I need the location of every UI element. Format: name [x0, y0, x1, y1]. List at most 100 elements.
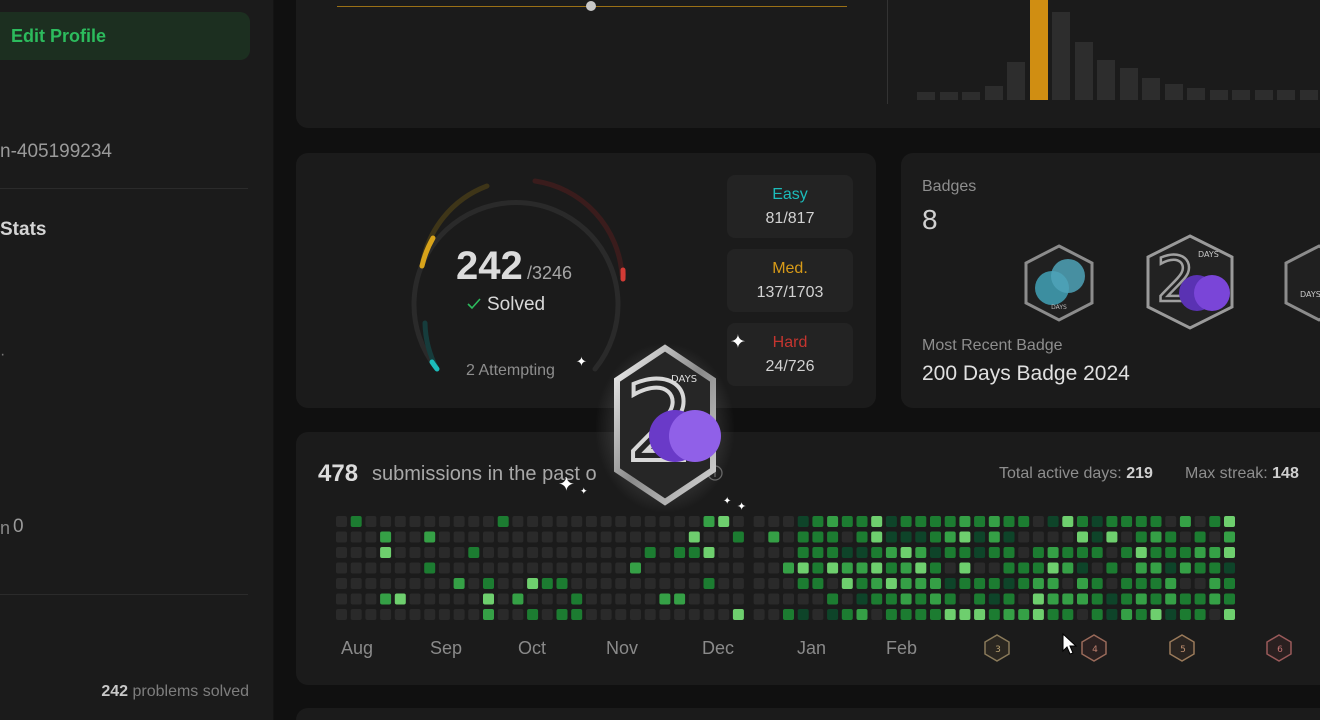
heatmap-cell[interactable]: [394, 593, 406, 605]
heatmap-cell[interactable]: [988, 562, 1000, 574]
heatmap-cell[interactable]: [1018, 516, 1030, 527]
heatmap-cell[interactable]: [644, 547, 656, 558]
heatmap-cell[interactable]: [659, 531, 671, 543]
heatmap-cell[interactable]: [1077, 578, 1088, 589]
heatmap-cell[interactable]: [424, 578, 436, 589]
heatmap-cell[interactable]: [718, 593, 730, 605]
heatmap-cell[interactable]: [468, 562, 480, 574]
heatmap-cell[interactable]: [1209, 578, 1221, 589]
heatmap-cell[interactable]: [527, 593, 539, 605]
heatmap-cell[interactable]: [944, 609, 956, 620]
heatmap-cell[interactable]: [885, 547, 897, 558]
heatmap-cell[interactable]: [1047, 547, 1059, 558]
heatmap-cell[interactable]: [512, 578, 524, 589]
heatmap-cell[interactable]: [468, 593, 480, 605]
heatmap-cell[interactable]: [1135, 516, 1147, 527]
heatmap-cell[interactable]: [453, 609, 465, 620]
heatmap-cell[interactable]: [753, 562, 765, 574]
heatmap-cell[interactable]: [512, 562, 524, 574]
heatmap-cell[interactable]: [944, 578, 956, 589]
heatmap-cell[interactable]: [424, 531, 436, 543]
heatmap-cell[interactable]: [556, 562, 568, 574]
heatmap-cell[interactable]: [841, 593, 853, 605]
heatmap-cell[interactable]: [930, 562, 941, 574]
heatmap-cell[interactable]: [783, 562, 794, 574]
heatmap-cell[interactable]: [812, 578, 824, 589]
heatmap-cell[interactable]: [453, 562, 465, 574]
heatmap-cell[interactable]: [900, 547, 912, 558]
heatmap-cell[interactable]: [1077, 547, 1088, 558]
heatmap-cell[interactable]: [974, 562, 986, 574]
heatmap-cell[interactable]: [527, 578, 539, 589]
heatmap-cell[interactable]: [483, 593, 494, 605]
heatmap-cell[interactable]: [571, 578, 583, 589]
heatmap-cell[interactable]: [1194, 609, 1206, 620]
heatmap-cell[interactable]: [797, 516, 809, 527]
heatmap-cell[interactable]: [959, 562, 971, 574]
heatmap-cell[interactable]: [1032, 578, 1044, 589]
heatmap-cell[interactable]: [409, 593, 421, 605]
heatmap-cell[interactable]: [1209, 593, 1221, 605]
heatmap-cell[interactable]: [988, 593, 1000, 605]
heatmap-cell[interactable]: [703, 547, 715, 558]
heatmap-cell[interactable]: [944, 562, 956, 574]
heatmap-cell[interactable]: [571, 593, 583, 605]
heatmap-cell[interactable]: [732, 547, 744, 558]
heatmap-cell[interactable]: [900, 516, 912, 527]
heatmap-cell[interactable]: [1062, 593, 1074, 605]
heatmap-cell[interactable]: [783, 593, 794, 605]
heatmap-cell[interactable]: [959, 531, 971, 543]
heatmap-cell[interactable]: [350, 516, 362, 527]
heatmap-cell[interactable]: [644, 562, 656, 574]
heatmap-cell[interactable]: [571, 547, 583, 558]
heatmap-cell[interactable]: [571, 516, 583, 527]
heatmap-cell[interactable]: [1062, 562, 1074, 574]
heatmap-cell[interactable]: [659, 593, 671, 605]
heatmap-cell[interactable]: [1032, 516, 1044, 527]
heatmap-cell[interactable]: [944, 516, 956, 527]
heatmap-cell[interactable]: [703, 609, 715, 620]
heatmap-cell[interactable]: [512, 593, 524, 605]
heatmap-cell[interactable]: [674, 562, 686, 574]
heatmap-cell[interactable]: [827, 609, 839, 620]
heatmap-cell[interactable]: [585, 578, 597, 589]
heatmap-cell[interactable]: [885, 609, 897, 620]
heatmap-cell[interactable]: [974, 516, 986, 527]
badge-icon[interactable]: DAYS: [1282, 243, 1320, 323]
heatmap-cell[interactable]: [753, 609, 765, 620]
heatmap-cell[interactable]: [841, 531, 853, 543]
heatmap-cell[interactable]: [1032, 609, 1044, 620]
heatmap-cell[interactable]: [1135, 609, 1147, 620]
heatmap-cell[interactable]: [1194, 593, 1206, 605]
heatmap-cell[interactable]: [497, 562, 509, 574]
heatmap-cell[interactable]: [1106, 578, 1118, 589]
heatmap-cell[interactable]: [871, 562, 883, 574]
heatmap-cell[interactable]: [512, 609, 524, 620]
medium-box[interactable]: Med. 137/1703: [727, 249, 853, 312]
heatmap-cell[interactable]: [841, 578, 853, 589]
heatmap-cell[interactable]: [1077, 593, 1088, 605]
heatmap-cell[interactable]: [930, 593, 941, 605]
heatmap-cell[interactable]: [409, 609, 421, 620]
heatmap-cell[interactable]: [1091, 547, 1103, 558]
heatmap-cell[interactable]: [959, 547, 971, 558]
heatmap-cell[interactable]: [644, 593, 656, 605]
heatmap-cell[interactable]: [1047, 609, 1059, 620]
heatmap-cell[interactable]: [959, 609, 971, 620]
heatmap-cell[interactable]: [944, 531, 956, 543]
heatmap-cell[interactable]: [732, 562, 744, 574]
heatmap-cell[interactable]: [856, 593, 868, 605]
heatmap-cell[interactable]: [1003, 516, 1015, 527]
heatmap-cell[interactable]: [988, 578, 1000, 589]
heatmap-cell[interactable]: [871, 593, 883, 605]
heatmap-cell[interactable]: [365, 562, 377, 574]
heatmap-cell[interactable]: [871, 531, 883, 543]
heatmap-cell[interactable]: [1047, 593, 1059, 605]
heatmap-cell[interactable]: [930, 547, 941, 558]
monthly-badge-icon[interactable]: 6: [1265, 634, 1293, 662]
heatmap-cell[interactable]: [703, 531, 715, 543]
heatmap-cell[interactable]: [453, 593, 465, 605]
heatmap-cell[interactable]: [1121, 531, 1133, 543]
heatmap-cell[interactable]: [483, 547, 494, 558]
heatmap-cell[interactable]: [527, 562, 539, 574]
